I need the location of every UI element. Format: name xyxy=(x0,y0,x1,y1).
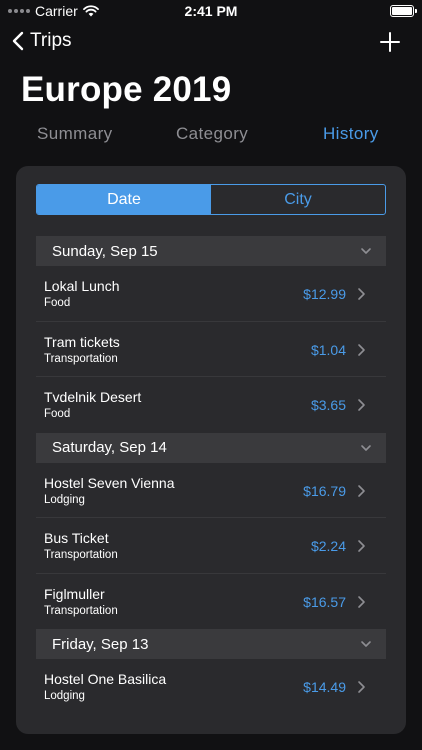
expense-title: Lokal Lunch xyxy=(44,278,120,294)
expense-row[interactable]: Hostel One Basilica Lodging $14.49 xyxy=(36,659,386,715)
history-card: Date City Sunday, Sep 15 Lokal Lunch Foo… xyxy=(16,166,406,734)
tab-category[interactable]: Category xyxy=(176,124,248,144)
chevron-left-icon xyxy=(12,31,24,51)
expense-title: Bus Ticket xyxy=(44,530,109,546)
expense-amount: $16.57 xyxy=(303,593,346,610)
chevron-right-icon xyxy=(358,343,365,356)
expense-category: Transportation xyxy=(44,604,118,617)
expense-title: Hostel Seven Vienna xyxy=(44,474,175,491)
expense-category: Transportation xyxy=(44,352,118,365)
section-header[interactable]: Saturday, Sep 14 xyxy=(36,432,386,463)
back-label: Trips xyxy=(30,30,72,51)
section-date: Sunday, Sep 15 xyxy=(52,242,158,260)
expense-title: Tram tickets xyxy=(44,333,120,350)
tab-bar: Summary Category History xyxy=(0,124,422,148)
battery-icon xyxy=(390,5,417,17)
expense-category: Transportation xyxy=(44,549,118,561)
chevron-right-icon xyxy=(358,595,365,608)
chevron-right-icon xyxy=(358,540,365,552)
status-time: 2:41 PM xyxy=(184,3,238,19)
chevron-right-icon xyxy=(358,399,365,411)
status-bar: Carrier 2:41 PM xyxy=(0,0,422,22)
segment-city[interactable]: City xyxy=(211,185,385,214)
expense-amount: $1.04 xyxy=(310,341,346,358)
expense-category: Lodging xyxy=(44,690,85,702)
expense-amount: $3.65 xyxy=(310,397,346,413)
expense-amount: $2.24 xyxy=(310,538,346,554)
tab-history[interactable]: History xyxy=(323,124,379,144)
expense-amount: $12.99 xyxy=(303,286,346,302)
expense-amount: $14.49 xyxy=(303,679,346,695)
segment-date[interactable]: Date xyxy=(37,185,211,214)
expense-title: Tvdelnik Desert xyxy=(44,389,142,405)
expense-row[interactable]: Figlmuller Transportation $16.57 xyxy=(36,574,386,630)
section-header[interactable]: Sunday, Sep 15 xyxy=(36,236,386,266)
nav-bar: Trips xyxy=(0,28,422,60)
chevron-down-icon xyxy=(361,641,371,647)
expense-title: Figlmuller xyxy=(44,585,105,602)
page-title: Europe 2019 xyxy=(21,70,232,109)
group-by-segmented-control: Date City xyxy=(36,184,386,215)
plus-icon[interactable] xyxy=(378,30,402,54)
expense-category: Food xyxy=(44,297,71,309)
section-date: Saturday, Sep 14 xyxy=(52,439,167,456)
expense-amount: $16.79 xyxy=(303,482,346,499)
chevron-right-icon xyxy=(358,288,365,300)
expense-row[interactable]: Lokal Lunch Food $12.99 xyxy=(36,266,386,322)
expense-row[interactable]: Hostel Seven Vienna Lodging $16.79 xyxy=(36,463,386,518)
section-date: Friday, Sep 13 xyxy=(52,635,149,653)
chevron-right-icon xyxy=(358,681,365,693)
expense-row[interactable]: Bus Ticket Transportation $2.24 xyxy=(36,518,386,574)
expense-category: Food xyxy=(44,408,71,420)
section-header[interactable]: Friday, Sep 13 xyxy=(36,629,386,659)
tab-summary[interactable]: Summary xyxy=(37,124,113,144)
back-button[interactable]: Trips xyxy=(12,30,72,52)
expense-row[interactable]: Tram tickets Transportation $1.04 xyxy=(36,322,386,377)
chevron-down-icon xyxy=(361,444,371,451)
expense-list: Sunday, Sep 15 Lokal Lunch Food $12.99 T… xyxy=(36,236,386,715)
expense-category: Lodging xyxy=(44,493,85,506)
chevron-right-icon xyxy=(358,484,365,497)
expense-title: Hostel One Basilica xyxy=(44,671,167,687)
chevron-down-icon xyxy=(361,248,371,254)
expense-row[interactable]: Tvdelnik Desert Food $3.65 xyxy=(36,377,386,433)
